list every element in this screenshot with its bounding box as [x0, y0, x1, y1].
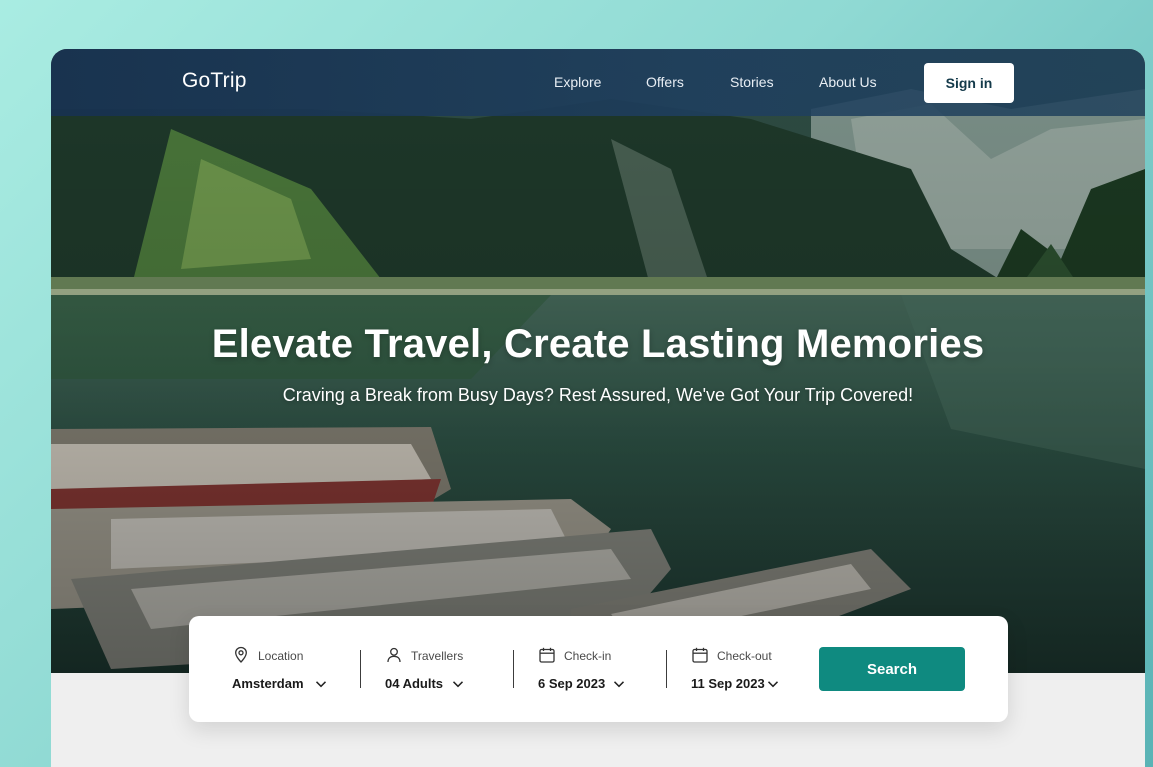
location-label: Location: [258, 649, 304, 663]
hero-subheadline: Craving a Break from Busy Days? Rest Ass…: [282, 385, 914, 405]
field-divider: [360, 650, 361, 688]
chevron-down-icon: [613, 681, 625, 688]
chevron-down-icon: [315, 681, 327, 688]
check-out-value: 11 Sep 2023: [691, 676, 765, 691]
user-icon: [387, 647, 401, 663]
check-out-field[interactable]: Check-out 11 Sep 2023: [691, 646, 801, 696]
travellers-label: Travellers: [411, 649, 464, 663]
chevron-down-icon: [767, 681, 779, 688]
location-field[interactable]: Location Amsterdam: [232, 646, 352, 696]
sign-in-button[interactable]: Sign in: [924, 63, 1014, 103]
check-in-field[interactable]: Check-in 6 Sep 2023: [538, 646, 648, 696]
check-in-value: 6 Sep 2023: [538, 676, 606, 691]
location-value: Amsterdam: [232, 676, 304, 691]
logo[interactable]: GoTrip: [182, 69, 247, 93]
nav-link-offers[interactable]: Offers: [646, 74, 684, 90]
check-in-label: Check-in: [564, 649, 612, 663]
search-button[interactable]: Search: [819, 647, 965, 691]
check-out-label: Check-out: [717, 649, 772, 663]
field-divider: [513, 650, 514, 688]
travellers-value: 04 Adults: [385, 676, 444, 691]
chevron-down-icon: [452, 681, 464, 688]
nav-link-explore[interactable]: Explore: [554, 74, 601, 90]
calendar-icon: [539, 647, 555, 663]
nav-link-stories[interactable]: Stories: [730, 74, 774, 90]
field-divider: [666, 650, 667, 688]
top-navigation-bar: GoTrip Explore Offers Stories About Us S…: [51, 49, 1145, 116]
hero-section: GoTrip Explore Offers Stories About Us S…: [51, 49, 1145, 673]
nav-link-about-us[interactable]: About Us: [819, 74, 877, 90]
travellers-field[interactable]: Travellers 04 Adults: [385, 646, 495, 696]
trip-search-bar: Location Amsterdam Travellers 04 Adults …: [189, 616, 1008, 722]
calendar-icon: [692, 647, 708, 663]
hero-headline: Elevate Travel, Create Lasting Memories: [211, 322, 985, 366]
location-pin-icon: [235, 646, 247, 663]
